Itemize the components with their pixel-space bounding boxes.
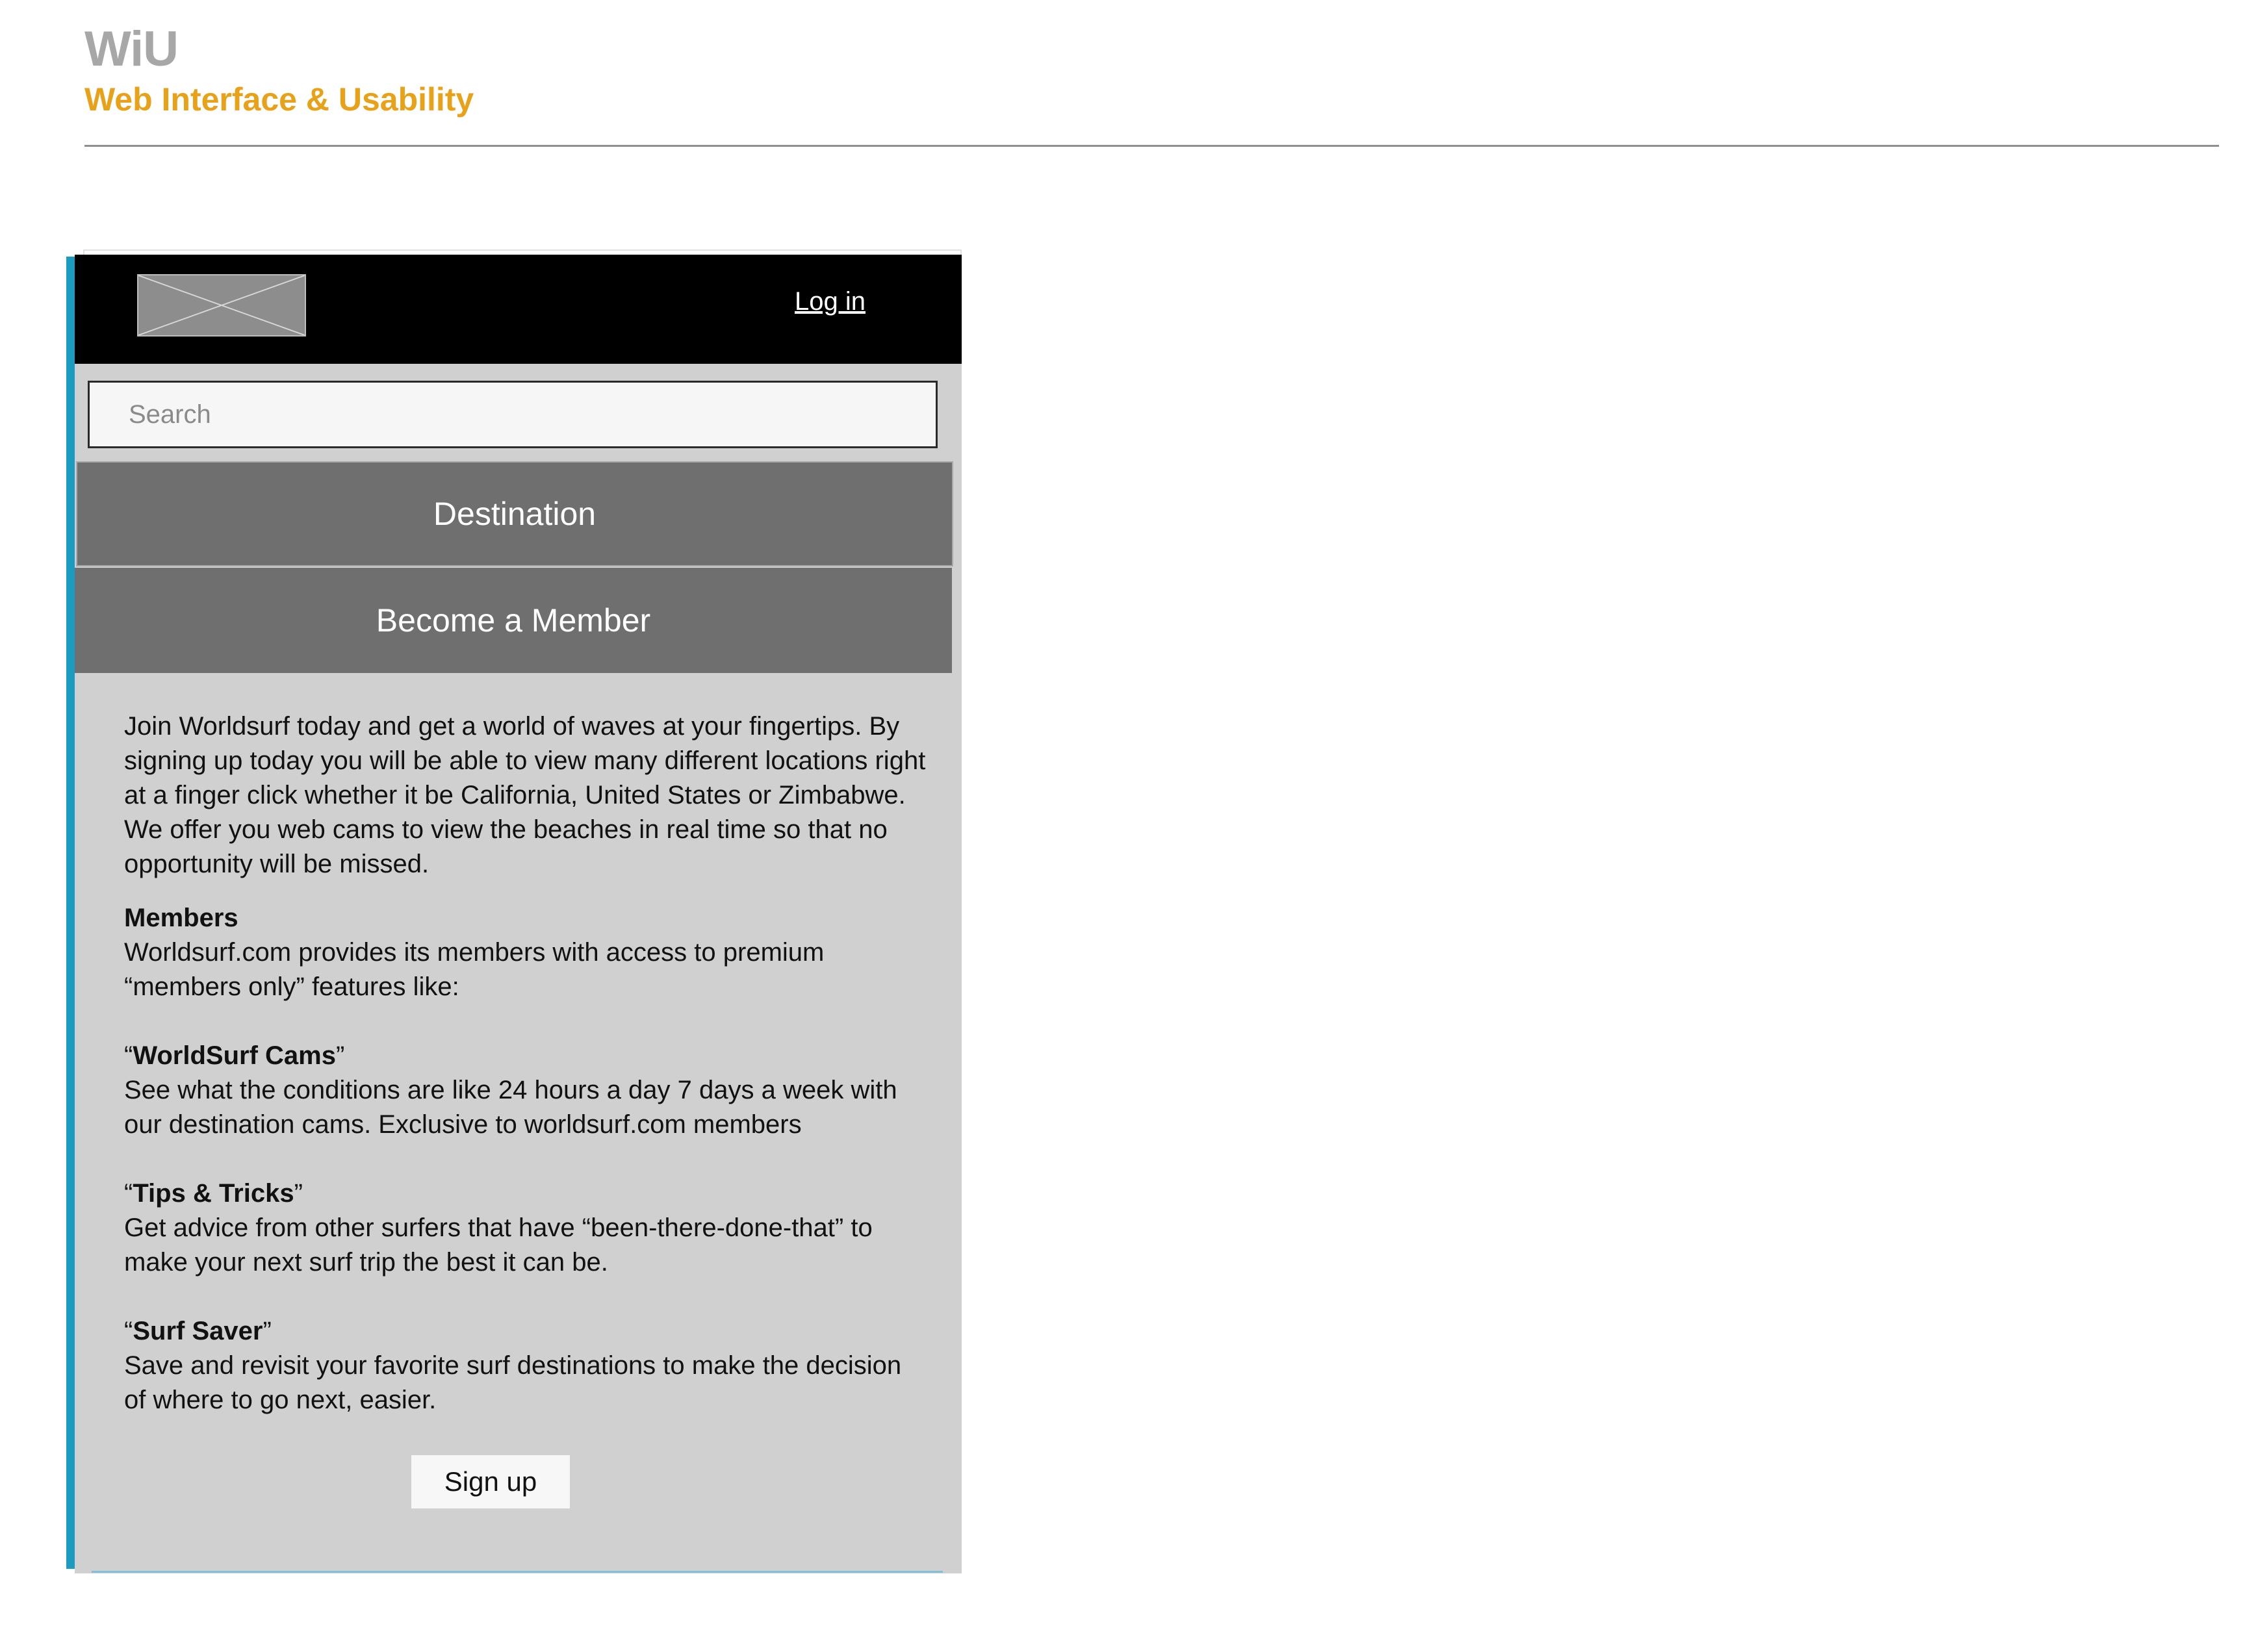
- feature-open-quote: “: [124, 1041, 133, 1070]
- feature-heading: “Surf Saver”: [124, 1314, 930, 1349]
- header-divider: [84, 145, 2219, 147]
- intro-paragraph: Join Worldsurf today and get a world of …: [124, 712, 926, 878]
- brand-subtitle: Web Interface & Usability: [84, 81, 474, 118]
- image-placeholder-cross: [138, 275, 305, 335]
- members-description: Worldsurf.com provides its members with …: [124, 938, 825, 1001]
- signup-button[interactable]: Sign up: [411, 1455, 570, 1508]
- feature-open-quote: “: [124, 1317, 133, 1345]
- brand-title: WiU: [84, 21, 179, 77]
- members-heading: Members: [124, 904, 238, 932]
- feature-close-quote: ”: [263, 1317, 272, 1345]
- destination-button[interactable]: Destination: [76, 461, 953, 566]
- bottom-divider: [92, 1571, 943, 1573]
- feature-name: Tips & Tricks: [133, 1179, 294, 1208]
- feature-name: WorldSurf Cams: [133, 1041, 336, 1070]
- become-member-button[interactable]: Become a Member: [75, 568, 952, 673]
- feature-name: Surf Saver: [133, 1317, 263, 1345]
- member-info-content: Join Worldsurf today and get a world of …: [124, 709, 930, 1417]
- feature-heading: “Tips & Tricks”: [124, 1176, 930, 1211]
- feature-close-quote: ”: [294, 1179, 303, 1208]
- feature-open-quote: “: [124, 1179, 133, 1208]
- feature-description: Get advice from other surfers that have …: [124, 1214, 873, 1277]
- feature-description: Save and revisit your favorite surf dest…: [124, 1351, 902, 1414]
- feature-heading: “WorldSurf Cams”: [124, 1039, 930, 1073]
- left-accent-bar: [66, 257, 75, 1569]
- feature-description: See what the conditions are like 24 hour…: [124, 1076, 897, 1139]
- search-input[interactable]: [88, 381, 938, 448]
- login-link[interactable]: Log in: [795, 287, 866, 316]
- top-bar: Log in: [75, 255, 962, 364]
- image-placeholder-icon[interactable]: [137, 274, 306, 337]
- mobile-mockup: Log in Destination Become a Member Join …: [75, 255, 962, 1573]
- feature-close-quote: ”: [335, 1041, 345, 1070]
